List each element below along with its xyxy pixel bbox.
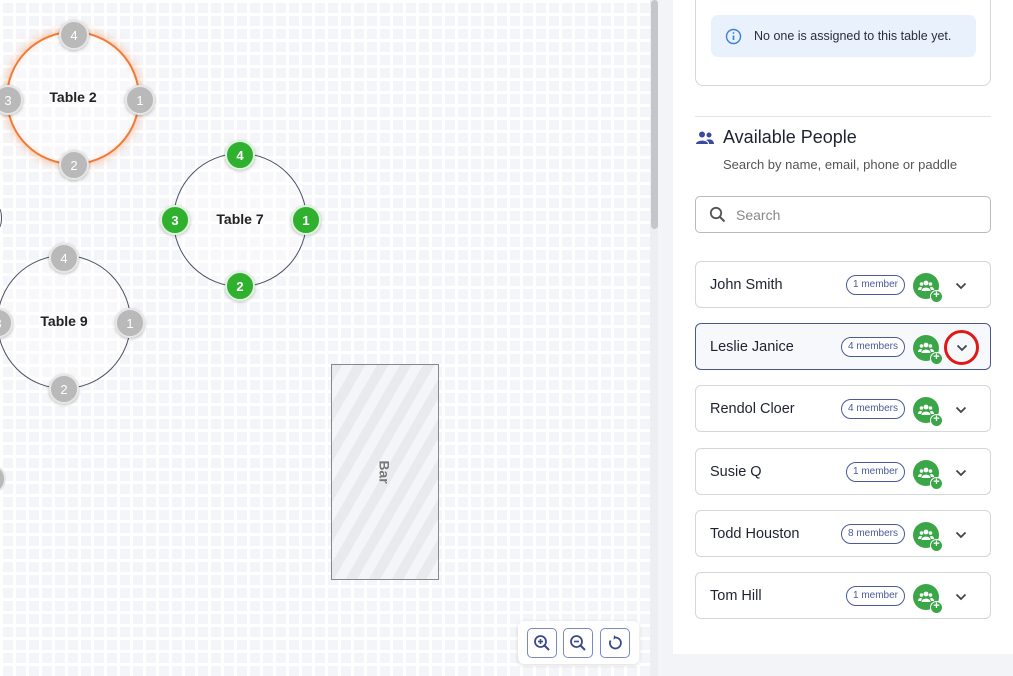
member-count-badge: 1 member [845,274,905,295]
chevron-down-icon [955,531,967,539]
floor-plan-canvas[interactable]: Table 2 4 1 2 3 Table 7 4 1 2 3 Table 9 … [0,0,658,676]
person-name: Leslie Janice [710,338,794,355]
add-group-icon [918,280,934,291]
search-icon [709,206,726,223]
add-group-button[interactable]: + [913,522,943,552]
table-7-seat-2[interactable]: 2 [225,271,255,301]
zoom-in-button[interactable] [527,627,558,658]
zoom-in-icon [534,634,550,651]
side-panel: No one is assigned to this table yet. Av… [673,0,1013,654]
person-card-john-smith[interactable]: John Smith 1 member + [695,261,991,308]
assigned-message: No one is assigned to this table yet. [754,29,952,43]
person-card-rendol-cloer[interactable]: Rendol Cloer 4 members + [695,385,991,432]
table-9-seat-1[interactable]: 1 [115,308,145,338]
person-card-leslie-janice[interactable]: Leslie Janice 4 members + [695,323,991,370]
person-name: Susie Q [710,463,762,480]
offscreen-table-edge[interactable] [0,207,2,229]
add-group-button[interactable]: + [913,273,943,303]
person-name: John Smith [710,276,783,293]
zoom-out-icon [570,634,587,651]
available-people-header: Available People [695,127,857,148]
offscreen-seat[interactable] [0,466,6,492]
available-people-title: Available People [723,127,857,147]
info-banner: No one is assigned to this table yet. [711,15,976,57]
plus-icon: + [930,290,943,303]
search-field[interactable] [695,196,991,233]
search-input[interactable] [736,206,976,223]
person-name: Rendol Cloer [710,400,795,417]
member-count-badge: 4 members [840,398,905,419]
expand-button[interactable] [952,464,970,482]
assigned-people-box: No one is assigned to this table yet. [695,0,991,86]
people-icon [696,131,714,144]
info-icon [725,28,742,45]
add-group-icon [918,529,934,540]
plus-icon: + [930,539,943,552]
chevron-down-icon [955,593,967,601]
reset-icon [608,634,622,649]
chevron-down-icon [955,406,967,414]
plus-icon: + [930,477,943,490]
table-2-seat-4[interactable]: 4 [59,20,89,50]
chevron-down-icon [955,282,967,290]
add-group-icon [918,467,934,478]
person-card-tom-hill[interactable]: Tom Hill 1 member + [695,572,991,619]
add-group-icon [918,342,934,353]
bar-label: Bar [376,460,393,484]
table-2-seat-2[interactable]: 2 [59,150,89,180]
expand-button[interactable] [952,588,970,606]
table-9-label: Table 9 [40,313,88,329]
add-group-button[interactable]: + [913,397,943,427]
add-group-button[interactable]: + [913,335,943,365]
reset-view-button[interactable] [599,627,630,658]
person-name: Todd Houston [710,525,800,542]
member-count-badge: 1 member [845,461,905,482]
plus-icon: + [930,352,943,365]
table-9-seat-4[interactable]: 4 [49,243,79,273]
plus-icon: + [930,414,943,427]
add-group-button[interactable]: + [913,460,943,490]
plus-icon: + [930,601,943,614]
table-9-seat-2[interactable]: 2 [49,374,79,404]
person-name: Tom Hill [710,587,762,604]
add-group-icon [918,591,934,602]
table-2-label: Table 2 [49,89,97,105]
canvas-scrollbar-thumb[interactable] [651,0,658,229]
table-2-seat-1[interactable]: 1 [125,85,155,115]
expand-button[interactable] [944,330,979,365]
table-7-seat-1[interactable]: 1 [291,205,321,235]
chevron-down-icon [956,344,967,351]
expand-button[interactable] [952,526,970,544]
zoom-toolbar [518,621,639,664]
expand-button[interactable] [952,277,970,295]
zoom-out-button[interactable] [563,627,594,658]
add-group-icon [918,404,934,415]
chevron-down-icon [955,469,967,477]
person-card-susie-q[interactable]: Susie Q 1 member + [695,448,991,495]
expand-button[interactable] [952,401,970,419]
table-7-seat-4[interactable]: 4 [225,140,255,170]
member-count-badge: 4 members [840,336,905,357]
table-7-seat-3[interactable]: 3 [160,205,190,235]
member-count-badge: 1 member [845,585,905,606]
table-7-label: Table 7 [216,211,264,227]
section-divider [695,116,991,117]
add-group-button[interactable]: + [913,584,943,614]
member-count-badge: 8 members [840,523,905,544]
bar-object[interactable]: Bar [331,364,439,580]
available-people-subtitle: Search by name, email, phone or paddle [723,157,958,172]
person-card-todd-houston[interactable]: Todd Houston 8 members + [695,510,991,557]
